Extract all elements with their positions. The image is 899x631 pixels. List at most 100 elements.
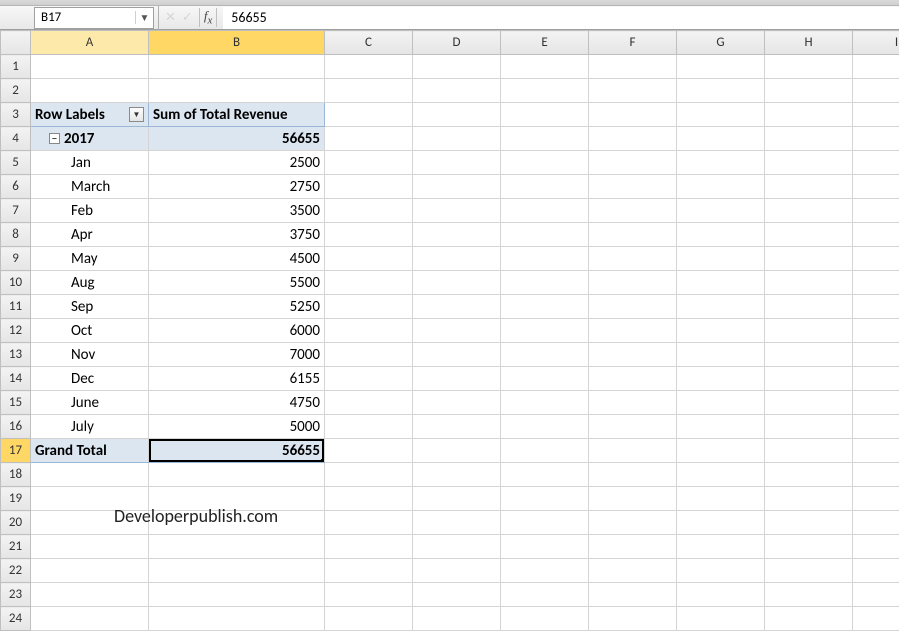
- cell[interactable]: [765, 535, 853, 559]
- cell[interactable]: [413, 463, 501, 487]
- cell[interactable]: 5000: [149, 415, 325, 439]
- cell[interactable]: 2750: [149, 175, 325, 199]
- cell[interactable]: [149, 607, 325, 631]
- row-header-6[interactable]: 6: [1, 175, 31, 199]
- cell[interactable]: [501, 559, 589, 583]
- cell[interactable]: [765, 151, 853, 175]
- cell[interactable]: [325, 607, 413, 631]
- cell[interactable]: 7000: [149, 343, 325, 367]
- cell[interactable]: [589, 199, 677, 223]
- cell[interactable]: [413, 343, 501, 367]
- cell[interactable]: [325, 151, 413, 175]
- cell[interactable]: [325, 535, 413, 559]
- cell[interactable]: [677, 271, 765, 295]
- cell[interactable]: Apr: [31, 223, 149, 247]
- cell[interactable]: [413, 367, 501, 391]
- row-header-21[interactable]: 21: [1, 535, 31, 559]
- cell[interactable]: [325, 559, 413, 583]
- cell[interactable]: [413, 295, 501, 319]
- cell[interactable]: [589, 535, 677, 559]
- cell[interactable]: [413, 55, 501, 79]
- cell[interactable]: [413, 319, 501, 343]
- cell[interactable]: [677, 151, 765, 175]
- cell[interactable]: Aug: [31, 271, 149, 295]
- cell[interactable]: [853, 343, 899, 367]
- col-header-H[interactable]: H: [765, 31, 853, 55]
- cell[interactable]: [589, 511, 677, 535]
- cell[interactable]: [31, 487, 149, 511]
- cell[interactable]: [589, 463, 677, 487]
- cell[interactable]: 56655: [149, 127, 325, 151]
- cell[interactable]: [765, 319, 853, 343]
- cell[interactable]: March: [31, 175, 149, 199]
- cell[interactable]: July: [31, 415, 149, 439]
- cell[interactable]: [325, 103, 413, 127]
- cell[interactable]: [765, 199, 853, 223]
- cell[interactable]: [501, 79, 589, 103]
- cell[interactable]: [589, 151, 677, 175]
- cell[interactable]: 5250: [149, 295, 325, 319]
- cell[interactable]: 3750: [149, 223, 325, 247]
- cell[interactable]: Row Labels▼: [31, 103, 149, 127]
- cell[interactable]: [149, 511, 325, 535]
- cell[interactable]: [765, 295, 853, 319]
- col-header-D[interactable]: D: [413, 31, 501, 55]
- cell[interactable]: [325, 319, 413, 343]
- cell[interactable]: [589, 103, 677, 127]
- cell[interactable]: [413, 271, 501, 295]
- cell[interactable]: [765, 463, 853, 487]
- col-header-I[interactable]: I: [853, 31, 899, 55]
- row-header-10[interactable]: 10: [1, 271, 31, 295]
- cell[interactable]: [325, 511, 413, 535]
- select-all-corner[interactable]: [1, 31, 31, 55]
- cell[interactable]: [31, 535, 149, 559]
- row-header-20[interactable]: 20: [1, 511, 31, 535]
- cell[interactable]: [677, 607, 765, 631]
- cancel-icon[interactable]: ✕: [165, 10, 176, 25]
- cell[interactable]: [853, 103, 899, 127]
- cell[interactable]: [589, 295, 677, 319]
- cell[interactable]: [325, 487, 413, 511]
- cell[interactable]: Grand Total: [31, 439, 149, 463]
- cell[interactable]: [501, 463, 589, 487]
- row-header-23[interactable]: 23: [1, 583, 31, 607]
- cell[interactable]: Feb: [31, 199, 149, 223]
- cell[interactable]: [501, 151, 589, 175]
- cell[interactable]: 4500: [149, 247, 325, 271]
- cell[interactable]: [413, 391, 501, 415]
- cell[interactable]: [765, 55, 853, 79]
- row-header-18[interactable]: 18: [1, 463, 31, 487]
- row-header-7[interactable]: 7: [1, 199, 31, 223]
- cell[interactable]: [413, 79, 501, 103]
- cell[interactable]: [501, 439, 589, 463]
- cell[interactable]: 2500: [149, 151, 325, 175]
- cell[interactable]: [589, 583, 677, 607]
- collapse-icon[interactable]: −: [49, 133, 60, 144]
- cell[interactable]: [677, 463, 765, 487]
- cell[interactable]: [853, 199, 899, 223]
- cell[interactable]: [853, 607, 899, 631]
- cell[interactable]: [677, 295, 765, 319]
- cell[interactable]: [501, 247, 589, 271]
- cell[interactable]: [677, 199, 765, 223]
- cell[interactable]: [501, 319, 589, 343]
- cell[interactable]: [325, 55, 413, 79]
- cell[interactable]: [501, 223, 589, 247]
- cell[interactable]: [853, 511, 899, 535]
- cell[interactable]: [501, 103, 589, 127]
- cell[interactable]: [853, 247, 899, 271]
- row-header-8[interactable]: 8: [1, 223, 31, 247]
- cell[interactable]: [677, 487, 765, 511]
- cell[interactable]: [589, 559, 677, 583]
- cell[interactable]: [589, 415, 677, 439]
- cell[interactable]: [853, 295, 899, 319]
- cell[interactable]: [765, 391, 853, 415]
- cell[interactable]: 5500: [149, 271, 325, 295]
- cell[interactable]: [413, 511, 501, 535]
- cell[interactable]: [501, 607, 589, 631]
- cell[interactable]: [853, 319, 899, 343]
- cell[interactable]: [589, 439, 677, 463]
- cell[interactable]: [677, 223, 765, 247]
- cell[interactable]: [853, 79, 899, 103]
- cell[interactable]: [853, 535, 899, 559]
